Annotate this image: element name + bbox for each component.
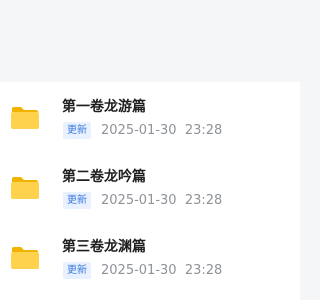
folder-item-1[interactable]: 第一卷龙游篇 更新 2025-01-30 23:28: [0, 92, 300, 152]
folder-title: 第一卷龙游篇: [62, 99, 146, 115]
updated-time: 2025-01-30 23:28: [101, 262, 222, 279]
folder-list: 第一卷龙游篇 更新 2025-01-30 23:28 第二卷龙吟篇 更新 202…: [0, 82, 300, 300]
updated-date: 2025-01-30: [101, 263, 177, 278]
update-badge: 更新: [63, 262, 91, 279]
updated-clock: 23:28: [184, 123, 223, 138]
update-badge: 更新: [63, 192, 91, 209]
folder-icon: [10, 106, 40, 130]
folder-icon: [10, 246, 40, 270]
updated-date: 2025-01-30: [101, 193, 177, 208]
updated-clock: 23:28: [184, 263, 223, 278]
folder-item-2[interactable]: 第二卷龙吟篇 更新 2025-01-30 23:28: [0, 162, 300, 222]
folder-icon: [10, 176, 40, 200]
update-badge: 更新: [63, 122, 91, 139]
folder-title: 第三卷龙渊篇: [62, 239, 146, 255]
updated-clock: 23:28: [184, 193, 223, 208]
updated-date: 2025-01-30: [101, 123, 177, 138]
updated-time: 2025-01-30 23:28: [101, 122, 222, 139]
header-area: [0, 0, 300, 82]
folder-title: 第二卷龙吟篇: [62, 169, 146, 185]
updated-time: 2025-01-30 23:28: [101, 192, 222, 209]
folder-item-3[interactable]: 第三卷龙渊篇 更新 2025-01-30 23:28: [0, 232, 300, 292]
